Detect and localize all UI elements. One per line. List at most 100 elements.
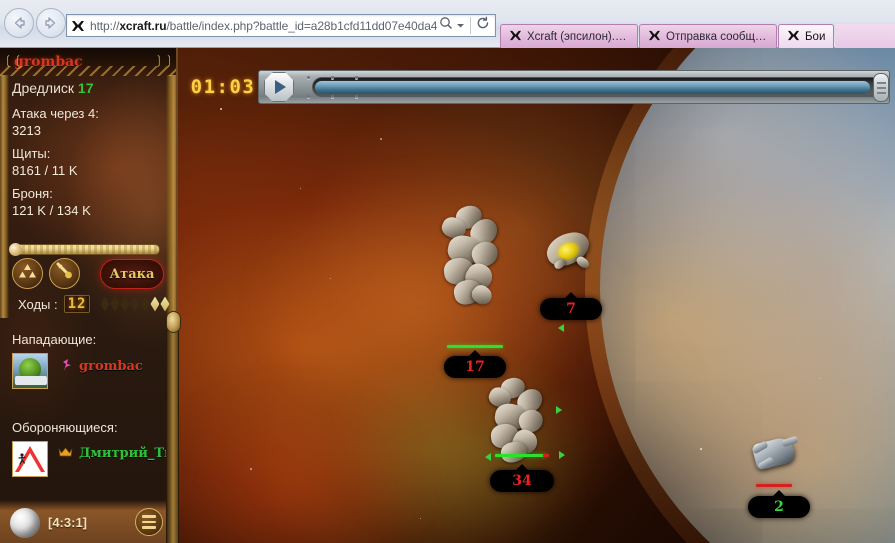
move-pip bbox=[140, 296, 150, 312]
metal-ship-sprite bbox=[751, 435, 802, 474]
action-buttons bbox=[12, 258, 80, 289]
site-favicon-icon bbox=[69, 18, 87, 34]
tab-battles[interactable]: Бои bbox=[778, 24, 835, 48]
url-text: http://xcraft.ru/battle/index.php?battle… bbox=[90, 18, 438, 33]
unit-count-badge: 7 bbox=[540, 292, 602, 320]
back-button[interactable] bbox=[4, 8, 34, 38]
unit-count-value: 34 bbox=[512, 473, 532, 489]
moon-icon[interactable] bbox=[10, 508, 40, 538]
tab-label: Отправка сообще... bbox=[666, 30, 768, 43]
reload-icon[interactable] bbox=[476, 16, 490, 35]
armor-row: Броня: 121 K / 134 K bbox=[12, 185, 172, 219]
tab-send-message[interactable]: Отправка сообще... bbox=[639, 24, 777, 48]
playback-progress-slider[interactable] bbox=[312, 73, 889, 102]
tab-favicon-icon bbox=[648, 30, 661, 44]
fleet-button[interactable] bbox=[12, 258, 43, 289]
forward-arrow-icon bbox=[42, 14, 60, 32]
energy-bar-fill bbox=[13, 245, 159, 254]
banner-zigzag-ornament bbox=[0, 66, 176, 76]
missile-button[interactable] bbox=[49, 258, 80, 289]
attacker-row[interactable]: grombac bbox=[62, 358, 143, 375]
toolbar-rivets bbox=[305, 74, 365, 100]
ship-count: 17 bbox=[77, 80, 94, 96]
missile-icon bbox=[55, 262, 74, 285]
unit-count-value: 2 bbox=[774, 499, 784, 515]
battle-viewport[interactable]: 17 7 34 2 01:03 ❲❲ grombac ❳❳ Дредлиск 1… bbox=[0, 48, 895, 543]
shields-value: 8161 / 11 K bbox=[12, 163, 78, 178]
banner-right-ornament-icon: ❳❳ bbox=[153, 53, 174, 67]
unit-health-bar-damage bbox=[543, 454, 549, 457]
attack-timer-value: 3213 bbox=[12, 123, 41, 138]
desk-shape bbox=[15, 376, 47, 385]
player-name-banner: ❲❲ grombac ❳❳ bbox=[0, 48, 176, 76]
hamburger-menu-icon[interactable] bbox=[135, 508, 163, 536]
fleet-triangles-icon bbox=[18, 263, 37, 285]
attackers-title: Нападающие: bbox=[12, 332, 97, 347]
move-pip bbox=[120, 296, 130, 312]
tab-label: Xcraft (эпсилон). Ко... bbox=[527, 30, 629, 43]
back-arrow-icon bbox=[10, 14, 28, 32]
vertical-scrollbar[interactable] bbox=[166, 311, 181, 543]
play-button[interactable] bbox=[261, 70, 297, 104]
app-root: http://xcraft.ru/battle/index.php?battle… bbox=[0, 0, 895, 543]
armor-value: 121 K / 134 K bbox=[12, 203, 91, 218]
energy-bar bbox=[12, 244, 160, 255]
energy-bar-knob bbox=[9, 243, 22, 256]
unit-health-bar bbox=[447, 345, 503, 348]
ship-name: Дредлиск bbox=[12, 80, 75, 96]
armor-label: Броня: bbox=[12, 186, 53, 201]
navigation-buttons bbox=[4, 8, 66, 38]
roadworker-glyph-icon bbox=[17, 452, 27, 465]
moves-pips bbox=[100, 296, 170, 312]
battle-timer: 01:03 bbox=[176, 69, 270, 105]
attack-button[interactable]: Атака bbox=[100, 259, 164, 289]
unit-count-badge: 17 bbox=[444, 350, 506, 378]
attacker-name: grombac bbox=[79, 359, 143, 374]
tab-favicon-icon bbox=[509, 30, 522, 44]
slider-handle-icon[interactable] bbox=[873, 73, 889, 102]
move-pip bbox=[160, 296, 170, 312]
attack-button-label: Атака bbox=[109, 266, 155, 282]
banner-left-ornament-icon: ❲❲ bbox=[3, 53, 24, 67]
tab-xcraft-epsilon[interactable]: Xcraft (эпсилон). Ко... bbox=[500, 24, 638, 48]
unit-health-bar bbox=[756, 484, 792, 487]
unit-metal-2[interactable]: 2 bbox=[748, 435, 818, 540]
unit-count-badge: 34 bbox=[490, 464, 554, 492]
target-marker-icon bbox=[558, 324, 564, 332]
timer-plate: 01:03 bbox=[176, 69, 270, 105]
shields-row: Щиты: 8161 / 11 K bbox=[12, 145, 172, 179]
moves-counter: Ходы : 12 bbox=[18, 295, 170, 313]
unit-count-badge: 2 bbox=[748, 490, 810, 518]
battle-side-panel: ❲❲ grombac ❳❳ Дредлиск 17 Атака через 4:… bbox=[0, 48, 178, 543]
defender-row[interactable]: Дмитрий_Тито bbox=[58, 446, 176, 461]
unit-dredlisk-34[interactable]: 34 bbox=[485, 375, 567, 498]
tab-strip: Xcraft (эпсилон). Ко... Отправка сообще.… bbox=[500, 14, 835, 48]
magnifier-icon[interactable] bbox=[439, 16, 453, 35]
timer-value: 01:03 bbox=[190, 76, 256, 98]
defender-name: Дмитрий_Тито bbox=[79, 446, 176, 461]
forward-button[interactable] bbox=[36, 8, 66, 38]
move-pip bbox=[100, 296, 110, 312]
chevron-down-icon[interactable] bbox=[456, 17, 465, 35]
tab-favicon-icon bbox=[787, 30, 800, 44]
address-bar[interactable]: http://xcraft.ru/battle/index.php?battle… bbox=[66, 14, 496, 37]
target-marker-right-icon bbox=[559, 451, 565, 459]
unit-count-value: 17 bbox=[465, 359, 485, 375]
rank-pink-icon bbox=[62, 358, 73, 375]
scrollbar-thumb[interactable] bbox=[166, 311, 181, 333]
nebula-glow-deep bbox=[150, 378, 430, 543]
move-pip bbox=[150, 296, 160, 312]
target-marker-icon bbox=[556, 406, 562, 414]
organic-cluster-ship-sprite bbox=[438, 202, 512, 312]
attacker-avatar[interactable] bbox=[12, 353, 48, 389]
address-bar-icons bbox=[439, 16, 493, 35]
coordinates: [4:3:1] bbox=[48, 515, 88, 530]
unit-dredlisk-17[interactable]: 17 bbox=[438, 202, 518, 378]
panel-ornament-left bbox=[0, 48, 9, 318]
target-marker-left-icon bbox=[485, 453, 491, 461]
rank-crown-icon bbox=[58, 446, 73, 461]
playback-progress-fill bbox=[315, 81, 870, 94]
play-icon bbox=[264, 72, 294, 102]
unit-beetle-7[interactable]: 7 bbox=[540, 226, 610, 334]
unit-count-value: 7 bbox=[566, 301, 576, 317]
